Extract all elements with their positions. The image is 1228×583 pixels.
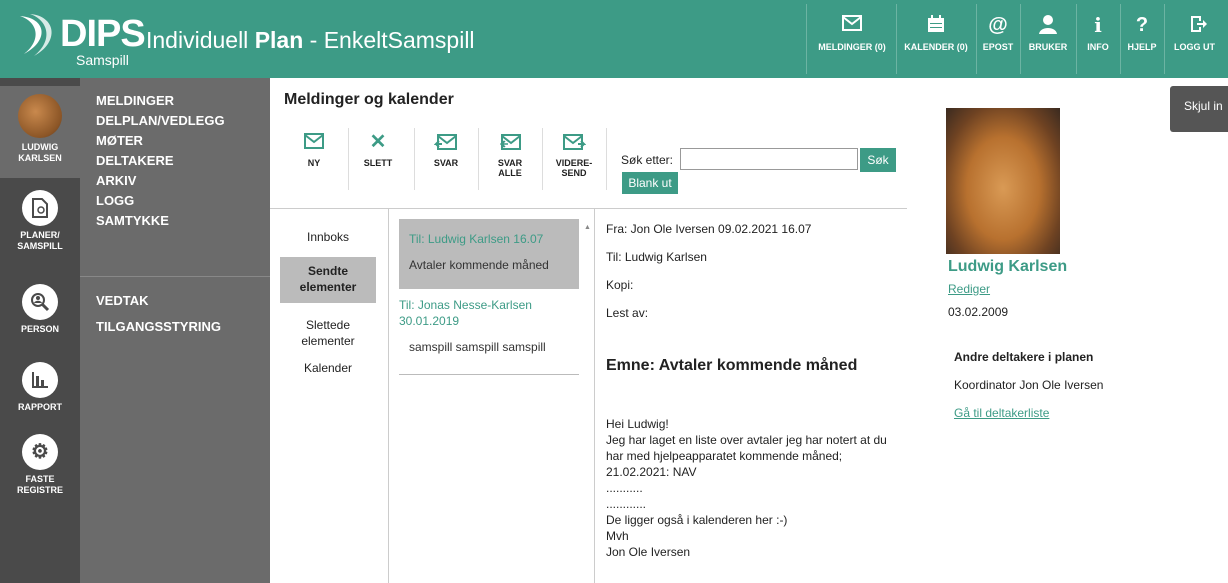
leftnav-person[interactable]: PERSON	[0, 284, 80, 335]
gear-icon: ⚙	[22, 434, 58, 470]
logout-icon	[1188, 14, 1212, 36]
sidenav-logg[interactable]: LOGG	[96, 192, 134, 209]
leftnav-planer-samspill[interactable]: PLANER/ SAMSPILL	[0, 190, 80, 252]
top-bar: DIPS Samspill Individuell Plan - EnkeltS…	[0, 0, 1228, 78]
sidenav-delplan-vedlegg[interactable]: DELPLAN/VEDLEGG	[96, 112, 225, 129]
list-divider	[399, 374, 579, 375]
topnav-hjelp-button[interactable]: ? HJELP	[1120, 14, 1164, 72]
edit-profile-link[interactable]: Rediger	[948, 282, 990, 296]
search-input[interactable]	[680, 148, 858, 170]
person-search-icon	[22, 284, 58, 320]
sidenav-vedtak[interactable]: VEDTAK	[96, 292, 148, 309]
message-list: Til: Ludwig Karlsen 16.07 Avtaler kommen…	[389, 209, 595, 583]
message-list-scrollbar[interactable]: ▲	[583, 219, 593, 583]
side-nav: MELDINGER DELPLAN/VEDLEGG MØTER DELTAKER…	[80, 78, 270, 583]
forward-icon	[561, 132, 587, 152]
dips-logo[interactable]: DIPS Samspill	[16, 12, 146, 72]
folder-kalender[interactable]: Kalender	[280, 360, 376, 376]
scroll-up-icon[interactable]: ▲	[584, 224, 591, 231]
message-subject-heading: Emne: Avtaler kommende måned	[606, 357, 858, 374]
search-button[interactable]: Søk	[860, 148, 896, 172]
topnav-kalender-button[interactable]: KALENDER (0)	[896, 14, 976, 72]
reply-button[interactable]: SVAR	[416, 132, 476, 168]
avatar	[18, 94, 62, 138]
sidenav-divider	[80, 276, 270, 277]
message-reader: Fra: Jon Ole Iversen 09.02.2021 16.07 Ti…	[606, 209, 906, 583]
message-from: Fra: Jon Ole Iversen 09.02.2021 16.07	[606, 222, 812, 236]
chart-icon	[22, 362, 58, 398]
main-content: Meldinger og kalender NY ✕ SLETT SVAR SV…	[270, 78, 910, 583]
leftnav-rapport[interactable]: RAPPORT	[0, 362, 80, 413]
envelope-icon	[301, 132, 327, 152]
message-to: Til: Ludwig Karlsen	[606, 250, 707, 264]
folder-list: Innboks Sendte elementer Slettede elemente…	[270, 209, 389, 583]
topnav-bruker-button[interactable]: BRUKER	[1020, 14, 1076, 72]
page-title: Meldinger og kalender	[284, 91, 454, 108]
profile-birthdate: 03.02.2009	[948, 305, 1009, 319]
folder-slettede-elementer[interactable]: Slettede elementer	[280, 317, 376, 349]
participants-title: Andre deltakere i planen	[954, 350, 1094, 364]
plan-icon	[22, 190, 58, 226]
clear-search-button[interactable]: Blank ut	[622, 172, 678, 194]
toolbar-divider	[606, 128, 607, 190]
profile-photo	[946, 108, 1060, 254]
at-icon: @	[988, 14, 1008, 36]
participants-list-link[interactable]: Gå til deltakerliste	[954, 406, 1049, 420]
toolbar-divider	[414, 128, 415, 190]
user-icon	[1036, 14, 1060, 36]
list-item[interactable]: Til: Jonas Nesse-Karlsen 30.01.2019 sams…	[399, 285, 579, 367]
topnav-logout-button[interactable]: LOGG UT	[1164, 14, 1228, 72]
search-label: Søk etter:	[621, 153, 674, 167]
topnav-info-button[interactable]: i INFO	[1076, 14, 1120, 72]
logo-sub: Samspill	[76, 52, 129, 68]
sidenav-tilgangsstyring[interactable]: TILGANGSSTYRING	[96, 318, 221, 335]
sidenav-samtykke[interactable]: SAMTYKKE	[96, 212, 169, 229]
coordinator-text: Koordinator Jon Ole Iversen	[954, 378, 1104, 392]
calendar-icon	[924, 14, 948, 36]
delete-icon: ✕	[369, 131, 387, 153]
leftnav-user[interactable]: LUDWIG KARLSEN	[0, 86, 80, 178]
sidenav-meldinger[interactable]: MELDINGER	[96, 92, 174, 109]
logo-word: DIPS	[60, 13, 146, 55]
message-subject: Avtaler kommende måned	[409, 258, 549, 272]
profile-panel: Ludwig Karlsen Rediger 03.02.2009 Andre …	[946, 108, 1146, 583]
message-body: Hei Ludwig! Jeg har laget en liste over …	[606, 417, 887, 559]
message-recipient: Til: Jonas Nesse-Karlsen 30.01.2019	[399, 298, 532, 328]
sidenav-arkiv[interactable]: ARKIV	[96, 172, 136, 189]
profile-name: Ludwig Karlsen	[948, 258, 1068, 275]
info-icon: i	[1094, 13, 1102, 37]
app-title: Individuell Plan - EnkeltSamspill	[146, 27, 475, 53]
message-recipient: Til: Ludwig Karlsen 16.07	[409, 232, 544, 246]
toolbar-divider	[478, 128, 479, 190]
leftnav-faste-registre[interactable]: ⚙ FASTE REGISTRE	[0, 434, 80, 496]
topnav-meldinger-button[interactable]: MELDINGER (0)	[810, 14, 894, 72]
topnav-epost-button[interactable]: @ EPOST	[976, 14, 1020, 72]
left-nav: LUDWIG KARLSEN PLANER/ SAMSPILL PERSON R…	[0, 78, 80, 583]
reply-all-button[interactable]: SVAR ALLE	[480, 132, 540, 178]
toolbar-divider	[542, 128, 543, 190]
folder-innboks[interactable]: Innboks	[280, 229, 376, 245]
message-subject: samspill samspill samspill	[409, 340, 546, 354]
envelope-icon	[840, 14, 864, 36]
forward-button[interactable]: VIDERE- SEND	[544, 132, 604, 178]
help-icon: ?	[1135, 14, 1149, 36]
topbar-divider	[806, 4, 807, 74]
new-message-button[interactable]: NY	[284, 132, 344, 168]
sidenav-deltakere[interactable]: DELTAKERE	[96, 152, 174, 169]
folder-sendte-elementer[interactable]: Sendte elementer	[280, 257, 376, 303]
reply-all-icon	[497, 132, 523, 152]
hide-info-button[interactable]: Skjul in	[1170, 86, 1228, 132]
logo-swoosh-icon	[20, 14, 52, 56]
message-cc: Kopi:	[606, 278, 634, 292]
list-item[interactable]: Til: Ludwig Karlsen 16.07 Avtaler kommen…	[399, 219, 579, 289]
delete-button[interactable]: ✕ SLETT	[348, 132, 408, 168]
sidenav-moter[interactable]: MØTER	[96, 132, 143, 149]
reply-icon	[433, 132, 459, 152]
message-read-by: Lest av:	[606, 306, 649, 320]
